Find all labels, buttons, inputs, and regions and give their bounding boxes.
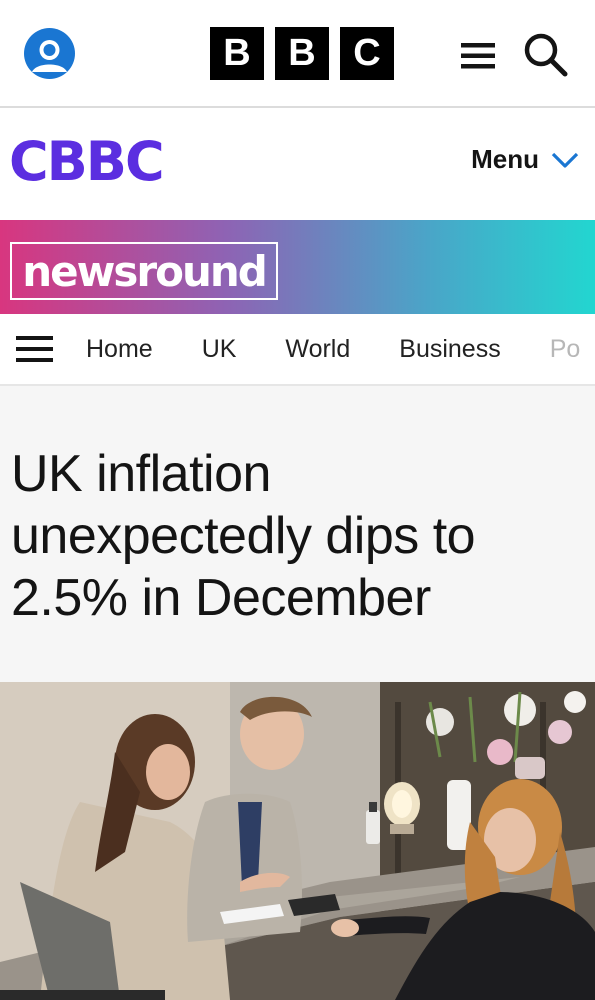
bbc-logo-letter: B bbox=[210, 27, 264, 80]
nav-item-home[interactable]: Home bbox=[86, 335, 153, 364]
article-hero-image bbox=[0, 682, 595, 1000]
nav-items: Home UK World Business Po bbox=[86, 314, 595, 384]
cbbc-menu-button[interactable]: Menu bbox=[471, 144, 579, 175]
newsround-logo-text: newsround bbox=[22, 246, 268, 296]
chevron-down-icon bbox=[551, 152, 579, 168]
hero-photo bbox=[0, 682, 595, 1000]
nav-item-world[interactable]: World bbox=[285, 335, 350, 364]
menu-icon[interactable] bbox=[461, 40, 495, 72]
cbbc-logo[interactable]: CBBC bbox=[9, 130, 165, 193]
cbbc-menu-label: Menu bbox=[471, 144, 539, 174]
hamburger-icon[interactable] bbox=[16, 335, 53, 363]
article-header: UK inflation unexpectedly dips to 2.5% i… bbox=[0, 386, 595, 682]
bbc-header: B B C bbox=[0, 0, 595, 108]
bbc-logo-letter: B bbox=[275, 27, 329, 80]
newsround-banner: newsround bbox=[0, 220, 595, 314]
nav-item-uk[interactable]: UK bbox=[202, 335, 237, 364]
nav-item-politics[interactable]: Po bbox=[550, 335, 581, 364]
account-icon[interactable] bbox=[24, 28, 75, 79]
article-headline: UK inflation unexpectedly dips to 2.5% i… bbox=[11, 445, 476, 627]
newsround-logo[interactable]: newsround bbox=[10, 242, 278, 300]
bbc-logo[interactable]: B B C bbox=[210, 27, 394, 80]
bbc-logo-letter: C bbox=[340, 27, 394, 80]
section-nav: Home UK World Business Po bbox=[0, 314, 595, 386]
nav-item-business[interactable]: Business bbox=[399, 335, 500, 364]
search-icon[interactable] bbox=[522, 31, 568, 77]
cbbc-header: CBBC Menu bbox=[0, 108, 595, 220]
